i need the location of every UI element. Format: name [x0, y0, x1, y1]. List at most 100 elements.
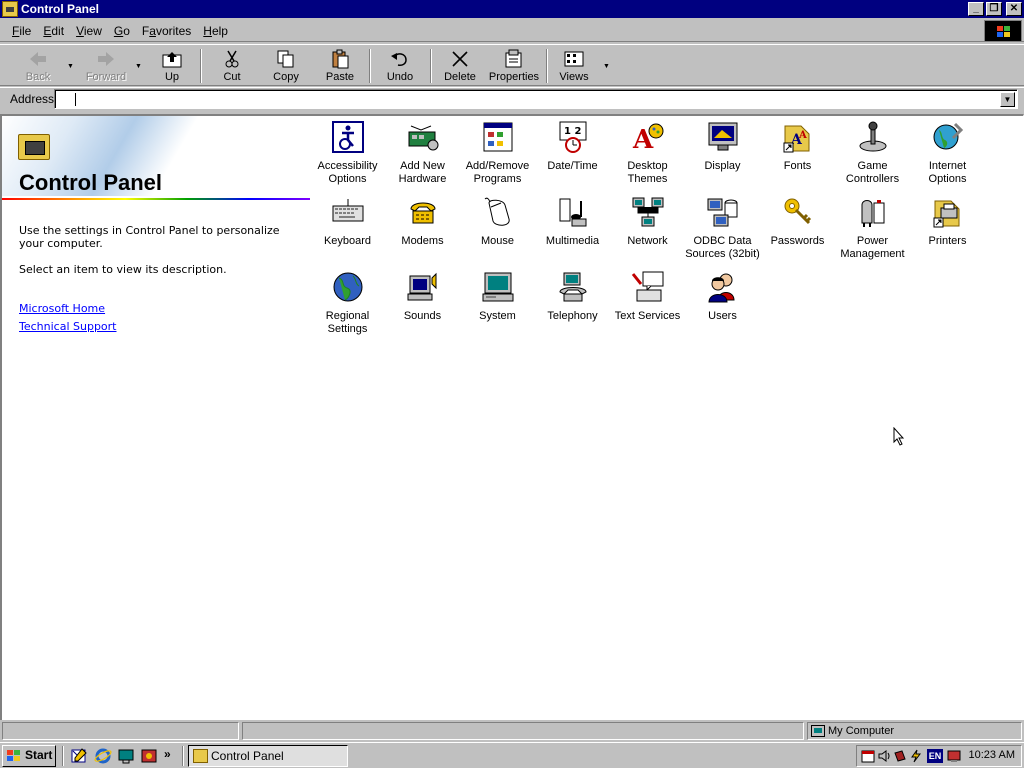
technical-support-link[interactable]: Technical Support — [19, 320, 117, 333]
odbc-icon — [706, 195, 740, 229]
paste-button[interactable]: Paste — [320, 47, 360, 85]
display-tray-icon[interactable] — [947, 749, 961, 763]
mouse-icon — [481, 195, 515, 229]
control-panel-item[interactable]: Accessibility Options — [310, 118, 385, 186]
item-label-line2: Management — [840, 248, 905, 260]
book-tray-icon[interactable] — [893, 749, 907, 763]
up-button[interactable]: Up — [152, 47, 192, 85]
control-panel-item[interactable]: Add New Hardware — [385, 118, 460, 186]
control-panel-icon[interactable] — [2, 1, 18, 17]
paste-label: Paste — [325, 71, 355, 83]
control-panel-item[interactable]: 1 2 Date/Time — [535, 118, 610, 173]
paste-clipboard-icon — [329, 49, 351, 69]
control-panel-item[interactable]: Modems — [385, 193, 460, 248]
item-label-line1: Accessibility — [317, 160, 378, 172]
language-indicator[interactable]: EN — [927, 749, 943, 763]
menu-go[interactable]: Go — [108, 24, 136, 38]
item-label-line1: Desktop — [627, 160, 668, 172]
control-panel-item[interactable]: ODBC Data Sources (32bit) — [685, 193, 760, 261]
undo-button[interactable]: Undo — [380, 47, 420, 85]
address-bar: Address ▼ — [0, 87, 1024, 109]
item-label-line1: Multimedia — [545, 235, 600, 247]
multimedia-icon — [556, 195, 590, 229]
control-panel-item[interactable]: Printers — [910, 193, 985, 248]
taskbar-button-control-panel[interactable]: Control Panel — [188, 745, 348, 767]
back-button[interactable]: Back — [18, 47, 58, 85]
task-label: Control Panel — [211, 749, 284, 763]
svg-text:1 2: 1 2 — [564, 126, 581, 137]
delete-button[interactable]: Delete — [440, 47, 480, 85]
minimize-button[interactable]: _ — [968, 2, 984, 16]
control-panel-item[interactable]: Mouse — [460, 193, 535, 248]
title-bar[interactable]: Control Panel _ ❐ ✕ — [0, 0, 1024, 18]
power-tray-icon[interactable] — [909, 749, 923, 763]
item-label-line1: Telephony — [547, 310, 598, 322]
control-panel-item[interactable]: Keyboard — [310, 193, 385, 248]
control-panel-item[interactable]: Add/Remove Programs — [460, 118, 535, 186]
views-button[interactable]: Views — [554, 47, 594, 85]
control-panel-item[interactable]: A A Fonts — [760, 118, 835, 173]
control-panel-item[interactable]: Game Controllers — [835, 118, 910, 186]
desktop-themes-icon: A — [631, 120, 665, 155]
control-panel-item[interactable]: Regional Settings — [310, 268, 385, 336]
back-dropdown-icon[interactable]: ▼ — [67, 63, 74, 70]
item-label-line1: Display — [704, 160, 741, 172]
menu-favorites[interactable]: Favorites — [136, 24, 197, 38]
menu-edit[interactable]: Edit — [37, 24, 70, 38]
start-button[interactable]: Start — [2, 745, 56, 767]
control-panel-item[interactable]: Sounds — [385, 268, 460, 323]
power-management-icon — [856, 195, 890, 229]
control-panel-item[interactable]: Internet Options — [910, 118, 985, 186]
delete-x-icon — [449, 49, 471, 69]
cut-button[interactable]: Cut — [212, 47, 252, 85]
menu-file[interactable]: File — [6, 24, 37, 38]
control-panel-item[interactable]: System — [460, 268, 535, 323]
quick-launch-desktop-icon[interactable] — [117, 747, 135, 765]
menu-go-label: o — [123, 23, 130, 38]
item-label-line1: Printers — [928, 235, 967, 247]
menu-help-label: elp — [211, 23, 228, 38]
menu-edit-label: dit — [51, 23, 65, 38]
views-label: Views — [559, 71, 589, 83]
control-panel-item[interactable]: Text Services — [610, 268, 685, 323]
address-dropdown-icon[interactable]: ▼ — [1000, 92, 1015, 107]
zone-label: My Computer — [828, 725, 895, 737]
volume-tray-icon[interactable] — [877, 749, 891, 763]
forward-dropdown-icon[interactable]: ▼ — [135, 63, 142, 70]
microsoft-home-link[interactable]: Microsoft Home — [19, 302, 105, 315]
quick-launch-ie-icon[interactable] — [94, 747, 112, 765]
address-input[interactable]: ▼ — [54, 89, 1018, 109]
copy-button[interactable]: Copy — [266, 47, 306, 85]
clock[interactable]: 10:23 AM — [969, 749, 1015, 761]
control-panel-item[interactable]: Passwords — [760, 193, 835, 248]
control-panel-item[interactable]: Telephony — [535, 268, 610, 323]
control-panel-item[interactable]: Network — [610, 193, 685, 248]
control-panel-item[interactable]: Multimedia — [535, 193, 610, 248]
taskbar: Start » Control Panel EN 10:23 AM — [0, 742, 1024, 768]
scheduler-tray-icon[interactable] — [861, 749, 875, 763]
control-panel-item[interactable]: Users — [685, 268, 760, 323]
windows-flag-icon — [7, 750, 21, 762]
control-panel-item[interactable]: Display — [685, 118, 760, 173]
menu-view[interactable]: View — [70, 24, 108, 38]
item-label-line2: Settings — [327, 323, 368, 335]
quick-launch-channels-icon[interactable] — [140, 747, 158, 765]
views-dropdown-icon[interactable]: ▼ — [603, 63, 610, 70]
item-label-line2: Options — [928, 173, 967, 185]
item-label-line1: Add/Remove — [465, 160, 530, 172]
properties-button[interactable]: Properties — [488, 47, 540, 85]
menu-help-access-key: H — [203, 23, 212, 38]
add-hardware-icon — [406, 120, 440, 154]
restore-button[interactable]: ❐ — [986, 2, 1002, 16]
pane-hint: Select an item to view its description. — [19, 263, 227, 276]
close-button[interactable]: ✕ — [1006, 2, 1022, 16]
menu-help[interactable]: Help — [197, 24, 234, 38]
control-panel-folder-icon — [18, 134, 50, 160]
forward-button[interactable]: Forward — [84, 47, 128, 85]
control-panel-item[interactable]: Power Management — [835, 193, 910, 261]
quick-launch-outlook-icon[interactable] — [70, 747, 88, 765]
scissors-icon — [221, 49, 243, 69]
quick-launch-more-icon[interactable]: » — [164, 747, 182, 765]
item-label-line1: Passwords — [770, 235, 825, 247]
control-panel-item[interactable]: A Desktop Themes — [610, 118, 685, 186]
